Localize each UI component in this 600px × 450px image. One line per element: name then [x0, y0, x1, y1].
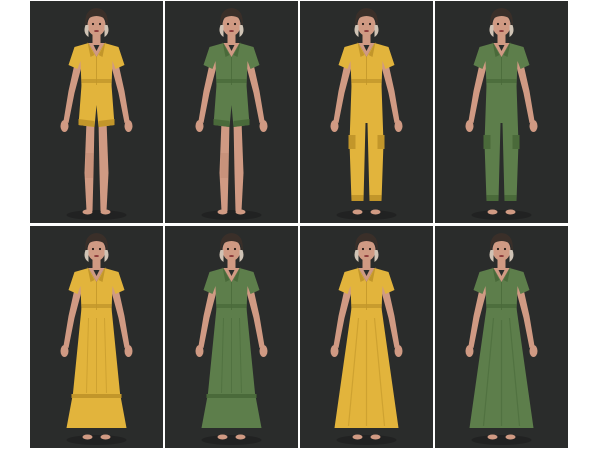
right-hand [529, 120, 538, 132]
outfit-panel [30, 226, 163, 448]
left-foot [82, 209, 93, 215]
outfit-panel [435, 1, 568, 223]
right-foot [370, 209, 381, 215]
outfit-panel [165, 226, 298, 448]
left-foot [352, 209, 363, 215]
left-foot [217, 434, 228, 440]
right-foot [100, 434, 111, 440]
outfit-panel [300, 1, 433, 223]
left-hand [195, 345, 204, 357]
right-hand [259, 120, 268, 132]
right-foot [235, 434, 246, 440]
left-foot [487, 434, 498, 440]
floor-shadow [201, 210, 262, 220]
left-foot [217, 209, 228, 215]
left-hand [330, 120, 339, 132]
right-hand [529, 345, 538, 357]
right-foot [505, 434, 516, 440]
outfit-panel [300, 226, 433, 448]
left-foot [82, 434, 93, 440]
left-hand [465, 345, 474, 357]
outfit-collage [0, 0, 600, 450]
left-hand [330, 345, 339, 357]
right-foot [370, 434, 381, 440]
floor-shadow [66, 210, 127, 220]
right-hand [394, 120, 403, 132]
right-foot [100, 209, 111, 215]
right-hand [259, 345, 268, 357]
left-foot [487, 209, 498, 215]
left-hand [195, 120, 204, 132]
outfit-panel [30, 1, 163, 223]
floor-shadow [66, 435, 127, 445]
right-hand [124, 120, 133, 132]
outfit-panel [435, 226, 568, 448]
floor-shadow [336, 210, 397, 220]
right-hand [124, 345, 133, 357]
floor-shadow [201, 435, 262, 445]
left-foot [352, 434, 363, 440]
floor-shadow [471, 435, 532, 445]
right-foot [505, 209, 516, 215]
floor-shadow [471, 210, 532, 220]
floor-shadow [336, 435, 397, 445]
left-hand [465, 120, 474, 132]
left-hand [60, 120, 69, 132]
right-hand [394, 345, 403, 357]
left-hand [60, 345, 69, 357]
right-foot [235, 209, 246, 215]
outfit-panel [165, 1, 298, 223]
